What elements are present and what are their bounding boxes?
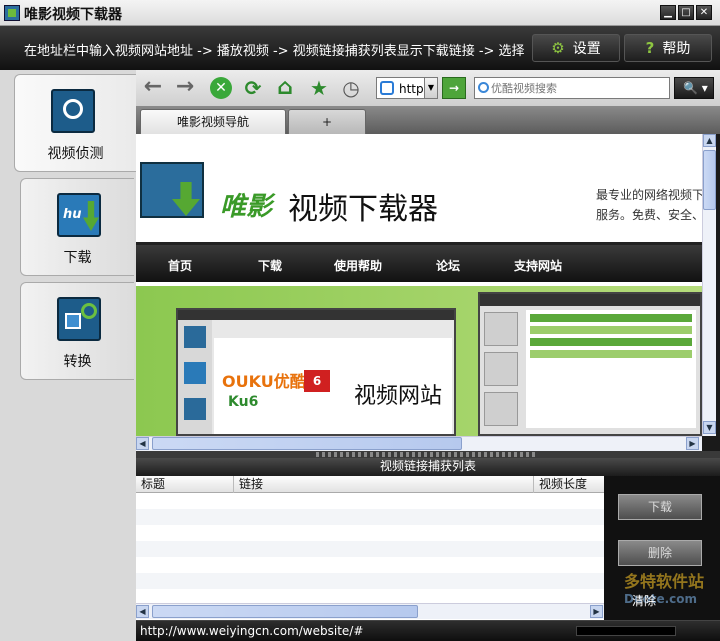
clear-button[interactable]: 清除: [632, 592, 656, 609]
home-icon[interactable]: ⌂: [274, 77, 296, 99]
site-header: 唯影 视频下载器 最专业的网络视频下 服务。免费、安全、: [136, 134, 702, 242]
panel-splitter[interactable]: [136, 451, 720, 458]
app-icon: [4, 5, 20, 21]
film-search-icon: [51, 89, 95, 133]
banner-screenshot: [478, 292, 702, 436]
sidebar-item-download[interactable]: hu 下载: [20, 178, 134, 276]
scroll-thumb[interactable]: [152, 437, 462, 450]
banner-text: 视频网站: [354, 378, 442, 410]
forward-icon[interactable]: →: [174, 77, 196, 99]
scroll-right-button[interactable]: ▶: [686, 437, 699, 450]
youku-icon: [478, 82, 489, 93]
favorite-icon[interactable]: ★: [308, 77, 330, 99]
site-nav-home[interactable]: 首页: [168, 257, 192, 274]
site-slogan: 最专业的网络视频下: [596, 186, 702, 203]
history-icon[interactable]: ◷: [340, 77, 362, 99]
scroll-left-button[interactable]: ◀: [136, 437, 149, 450]
sidebar-item-label: 视频侦测: [15, 143, 136, 163]
sidebar-item-convert[interactable]: 转换: [20, 282, 134, 380]
scroll-right-button[interactable]: ▶: [590, 605, 603, 618]
scroll-down-button[interactable]: ▼: [703, 421, 716, 434]
scroll-up-button[interactable]: ▲: [703, 134, 716, 147]
browser-icon: [380, 81, 394, 95]
capture-list-header: 标题 链接 视频长度: [136, 476, 604, 493]
site-nav-sites[interactable]: 支持网站: [514, 257, 562, 274]
scroll-left-button[interactable]: ◀: [136, 605, 149, 618]
splitter-grip[interactable]: [316, 452, 536, 457]
action-panel: 下载 删除 多特软件站 Duote.com 清除: [604, 476, 720, 620]
address-dropdown-button[interactable]: ▼: [424, 77, 438, 99]
webview-horizontal-scrollbar[interactable]: ◀ ▶: [136, 436, 702, 451]
capture-list-title: 视频链接捕获列表: [136, 458, 720, 476]
window-title: 唯影视频下载器: [24, 4, 122, 24]
site-nav: 首页 下载 使用帮助 论坛 支持网站: [136, 242, 702, 282]
help-label: 帮助: [662, 38, 690, 58]
list-horizontal-scrollbar[interactable]: ◀ ▶: [136, 603, 604, 619]
help-button[interactable]: ? 帮助: [624, 34, 712, 62]
site-brand-accent: 唯影: [220, 186, 272, 223]
download-button[interactable]: 下载: [618, 494, 702, 520]
info-bar: 在地址栏中输入视频网站地址 -> 播放视频 -> 视频链接捕获列表显示下载链接 …: [0, 26, 720, 70]
site-nav-forum[interactable]: 论坛: [436, 257, 460, 274]
help-icon: ?: [646, 39, 655, 57]
delete-button[interactable]: 删除: [618, 540, 702, 566]
download-icon: hu: [57, 193, 101, 237]
refresh-icon[interactable]: ⟳: [242, 77, 264, 99]
instructions-text: 在地址栏中输入视频网站地址 -> 播放视频 -> 视频链接捕获列表显示下载链接 …: [24, 40, 536, 59]
column-header-title[interactable]: 标题: [136, 476, 234, 493]
watermark-line: 多特软件站: [624, 568, 720, 592]
status-bar: http://www.weiyingcn.com/website/#: [136, 620, 720, 641]
gear-icon: ⚙: [551, 39, 564, 57]
column-header-duration[interactable]: 视频长度: [534, 476, 604, 493]
site-nav-download[interactable]: 下载: [258, 257, 282, 274]
banner-logo-youku: OUKU优酷: [222, 368, 306, 392]
settings-label: 设置: [573, 38, 601, 58]
web-view[interactable]: 唯影 视频下载器 最专业的网络视频下 服务。免费、安全、 首页 下载 使用帮助 …: [136, 134, 702, 436]
search-button[interactable]: 🔍 ▾: [674, 77, 714, 99]
convert-icon: [57, 297, 101, 341]
sidebar-item-label: 下载: [21, 247, 134, 267]
status-url: http://www.weiyingcn.com/website/#: [140, 624, 363, 638]
column-header-link[interactable]: 链接: [234, 476, 534, 493]
title-bar[interactable]: 唯影视频下载器 ▁ □ ✕: [0, 0, 720, 26]
site-slogan: 服务。免费、安全、: [596, 206, 702, 223]
scroll-thumb[interactable]: [152, 605, 418, 618]
stop-icon[interactable]: ✕: [210, 77, 232, 99]
sidebar-item-detect[interactable]: 视频侦测: [14, 74, 136, 172]
status-progress: [576, 626, 676, 636]
webview-vertical-scrollbar[interactable]: ▲ ▼: [702, 134, 716, 436]
go-button[interactable]: →: [442, 77, 466, 99]
site-logo-icon: [140, 162, 204, 218]
sidebar-item-label: 转换: [21, 351, 134, 371]
banner-logo-ku6: Ku6: [228, 394, 258, 410]
settings-button[interactable]: ⚙ 设置: [532, 34, 620, 62]
watermark: 多特软件站 Duote.com: [604, 568, 720, 618]
banner-screenshot: OUKU优酷 6 Ku6 视频网站: [176, 308, 456, 436]
banner-logo-6cn: 6: [304, 370, 330, 392]
new-tab-button[interactable]: +: [288, 109, 366, 134]
tab-bar: 唯影视频导航 +: [136, 106, 720, 134]
browser-toolbar: ← → ✕ ⟳ ⌂ ★ ◷ ▼ → 🔍 ▾: [136, 70, 720, 106]
search-input[interactable]: [491, 80, 666, 97]
search-box[interactable]: [474, 77, 670, 99]
minimize-button[interactable]: ▁: [660, 5, 676, 20]
sidebar: 视频侦测 hu 下载 转换: [0, 70, 136, 641]
capture-list[interactable]: 标题 链接 视频长度 ◀ ▶: [136, 476, 604, 620]
site-nav-help[interactable]: 使用帮助: [334, 257, 382, 274]
scroll-thumb[interactable]: [703, 150, 716, 210]
maximize-button[interactable]: □: [678, 5, 694, 20]
site-brand: 视频下载器: [288, 184, 438, 228]
site-banner[interactable]: OUKU优酷 6 Ku6 视频网站: [136, 286, 702, 436]
close-button[interactable]: ✕: [696, 5, 712, 20]
back-icon[interactable]: ←: [142, 77, 164, 99]
tab-navigation[interactable]: 唯影视频导航: [140, 109, 286, 134]
